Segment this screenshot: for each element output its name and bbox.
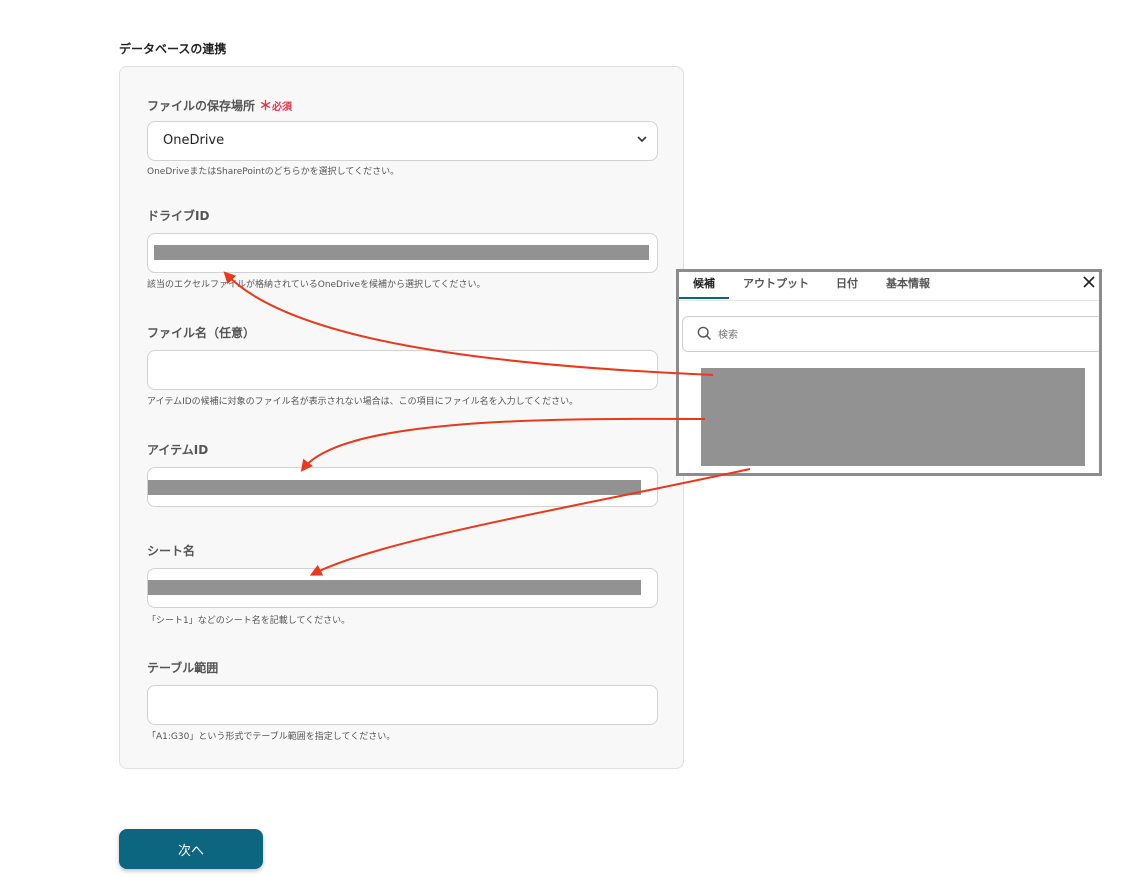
page: データベースの連携 ファイルの保存場所 ＊必須 OneDrive OneDrive… [0,0,1142,876]
next-button[interactable]: 次へ [119,829,263,869]
storage-help: OneDriveまたはSharePointのどちらかを選択してください。 [147,167,400,177]
candidate-popup: 候補 アウトプット 日付 基本情報 [676,269,1102,476]
search-input[interactable] [716,325,1080,345]
active-tab-indicator [679,297,729,299]
table-range-input[interactable] [147,685,658,725]
redacted-candidate-list [701,368,1085,466]
drive-id-help: 該当のエクセルファイルが格納されているOneDriveを候補から選択してください… [147,280,486,290]
file-name-input[interactable] [147,350,658,390]
close-icon[interactable] [1081,274,1097,290]
tab-date[interactable]: 日付 [836,275,858,291]
item-id-input[interactable] [147,467,658,507]
drive-id-label: ドライブID [147,209,210,223]
table-range-help: 「A1:G30」という形式でテーブル範囲を指定してください。 [147,732,396,742]
tab-candidates[interactable]: 候補 [693,275,715,291]
file-name-help: アイテムIDの候補に対象のファイル名が表示されない場合は、この項目にファイル名を… [147,397,579,407]
sheet-name-label: シート名 [147,544,196,558]
popup-tabs: 候補 アウトプット 日付 基本情報 [679,272,1099,301]
redacted-value [148,480,641,495]
tab-basic-info[interactable]: 基本情報 [886,275,930,291]
required-badge: ＊必須 [259,99,293,114]
section-title: データベースの連携 [119,42,227,56]
file-name-label: ファイル名（任意） [147,326,256,340]
redacted-value [154,245,649,260]
tab-output[interactable]: アウトプット [743,275,809,291]
required-star: ＊ [259,99,273,114]
storage-select-value: OneDrive [163,133,225,148]
drive-id-input[interactable] [147,233,658,273]
redacted-value [148,580,641,595]
required-text: 必須 [272,102,293,113]
search-icon [697,326,712,341]
search-box [682,316,1099,352]
sheet-name-help: 「シート1」などのシート名を記載してください。 [147,616,351,626]
item-id-label: アイテムID [147,443,209,457]
storage-label-text: ファイルの保存場所 [147,99,256,113]
table-range-label: テーブル範囲 [147,661,219,675]
chevron-down-icon [637,136,647,143]
storage-select[interactable]: OneDrive [147,121,658,161]
sheet-name-input[interactable] [147,568,658,608]
database-link-form: ファイルの保存場所 ＊必須 OneDrive OneDriveまたはSharePo… [119,66,684,769]
storage-label: ファイルの保存場所 ＊必須 [147,95,292,114]
